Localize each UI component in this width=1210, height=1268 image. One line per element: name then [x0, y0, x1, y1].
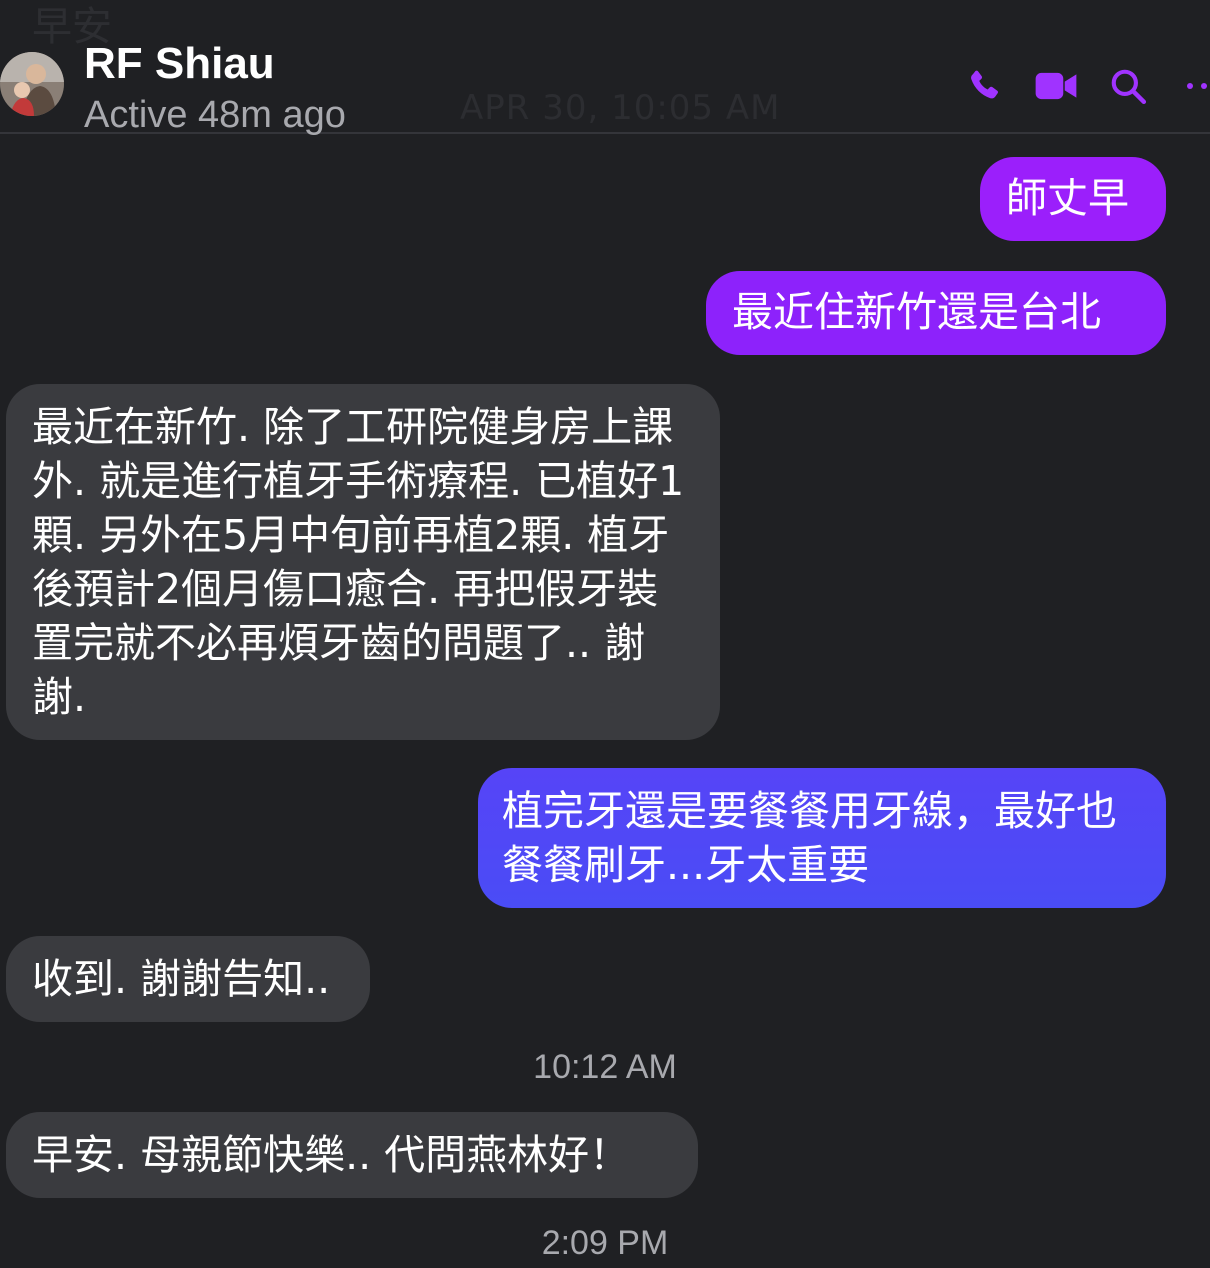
message-bubble-incoming[interactable]: 早安. 母親節快樂.. 代問燕林好！: [6, 1112, 698, 1198]
phone-icon[interactable]: [962, 64, 1006, 108]
video-camera-icon[interactable]: [1034, 64, 1078, 108]
ghost-date: APR 30, 10:05 AM: [460, 88, 781, 128]
search-icon[interactable]: [1106, 64, 1150, 108]
messenger-window: 早安 RF Shiau Active 48m ago APR 30, 10:05…: [0, 0, 1210, 1268]
message-bubble-outgoing[interactable]: 植完牙還是要餐餐用牙線，最好也餐餐刷牙...牙太重要: [478, 768, 1166, 908]
active-status: Active 48m ago: [84, 94, 346, 136]
more-icon[interactable]: [1180, 64, 1210, 108]
message-bubble-incoming[interactable]: 最近在新竹. 除了工研院健身房上課外. 就是進行植牙手術療程. 已植好1顆. 另…: [6, 384, 720, 740]
chat-header: RF Shiau Active 48m ago APR 30, 10:05 AM: [0, 0, 1210, 136]
message-bubble-outgoing[interactable]: 師丈早: [980, 157, 1166, 241]
timestamp: 2:09 PM: [541, 1224, 669, 1262]
message-bubble-outgoing[interactable]: 最近住新竹還是台北: [706, 271, 1166, 355]
avatar[interactable]: [0, 52, 64, 116]
contact-name[interactable]: RF Shiau: [84, 38, 275, 90]
message-bubble-incoming[interactable]: 收到. 謝謝告知..: [6, 936, 370, 1022]
timestamp: 10:12 AM: [533, 1048, 677, 1086]
